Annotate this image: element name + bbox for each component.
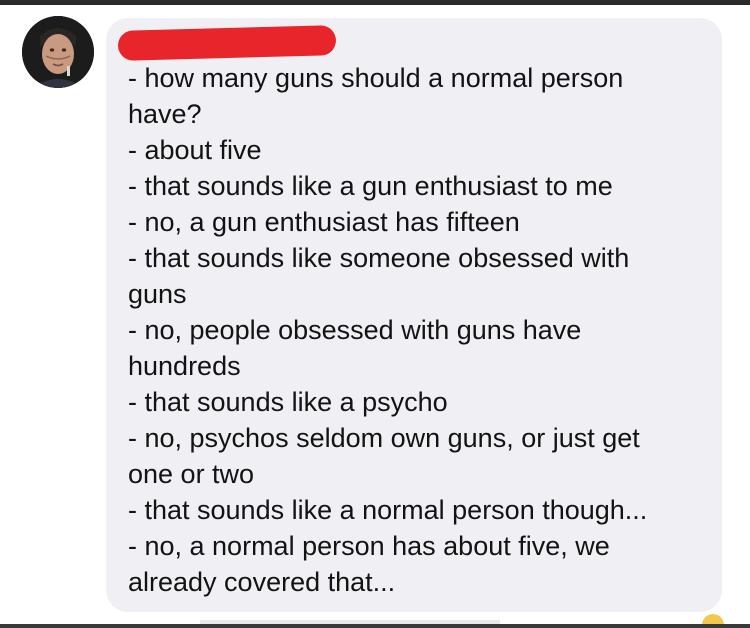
top-border	[0, 0, 750, 5]
comment-line: - that sounds like a gun enthusiast to m…	[128, 171, 613, 201]
comment-line: hundreds	[128, 351, 241, 381]
comment-line: - that sounds like someone obsessed with	[128, 243, 630, 273]
comment-text: - how many guns should a normal person h…	[128, 60, 713, 600]
author-name-redaction	[117, 25, 337, 61]
avatar-portrait-icon	[22, 16, 94, 88]
comment-line: already covered that...	[128, 567, 396, 597]
comment-line: one or two	[128, 459, 255, 489]
author-avatar[interactable]	[22, 16, 94, 88]
comment-line: have?	[128, 99, 202, 129]
comment-line: - how many guns should a normal person	[128, 63, 624, 93]
comment-line: - no, psychos seldom own guns, or just g…	[128, 423, 640, 453]
comment-line: guns	[128, 279, 187, 309]
comment-line: - no, a normal person has about five, we	[128, 531, 610, 561]
bottom-border	[0, 624, 750, 628]
comment-line: - no, a gun enthusiast has fifteen	[128, 207, 520, 237]
comment-line: - that sounds like a psycho	[128, 387, 448, 417]
comment-line: - about five	[128, 135, 262, 165]
comment-line: - no, people obsessed with guns have	[128, 315, 582, 345]
comment-line: - that sounds like a normal person thoug…	[128, 495, 648, 525]
